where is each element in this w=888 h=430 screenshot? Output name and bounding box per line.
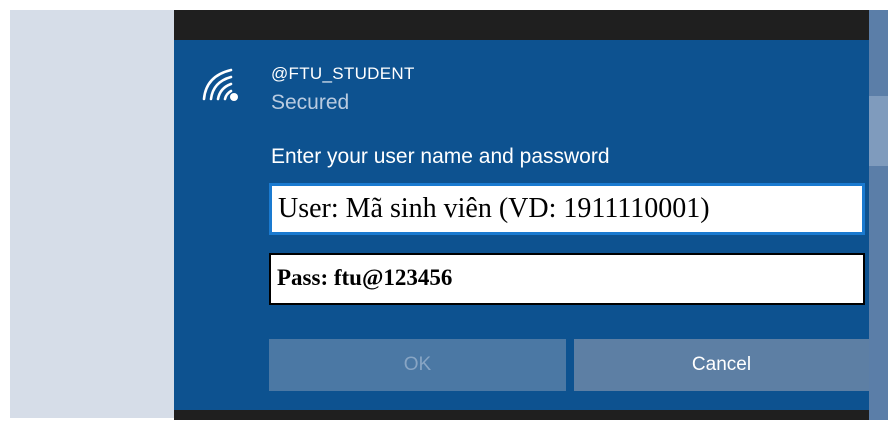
scrollbar-thumb[interactable] [869, 96, 888, 166]
desktop-background [10, 10, 174, 418]
ok-button[interactable]: OK [269, 339, 566, 391]
cancel-button[interactable]: Cancel [574, 339, 869, 391]
network-status: Secured [271, 91, 350, 114]
ok-button-label: OK [403, 354, 432, 375]
flyout-scrollbar[interactable] [869, 10, 888, 420]
username-field[interactable]: User: Mã sinh viên (VD: 1911110001) [269, 183, 865, 235]
flyout-top-edge [174, 10, 869, 40]
screen: @FTU_STUDENT Secured Enter your user nam… [0, 0, 888, 430]
credentials-prompt: Enter your user name and password [271, 145, 610, 168]
network-ssid: @FTU_STUDENT [271, 64, 415, 83]
cancel-button-label: Cancel [691, 354, 752, 375]
password-field[interactable]: Pass: ftu@123456 [269, 253, 865, 305]
wifi-secured-icon [202, 68, 238, 101]
flyout-bottom-edge [174, 410, 869, 420]
